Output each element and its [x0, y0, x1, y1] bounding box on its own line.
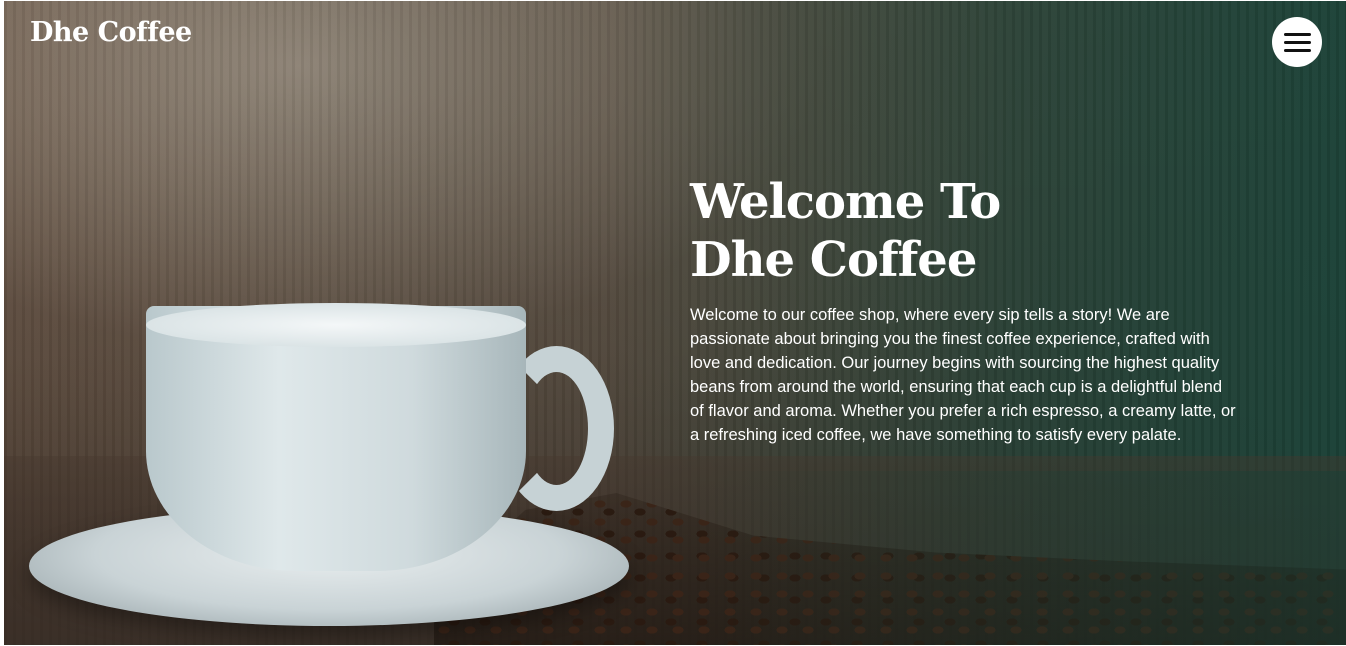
hero-title: Welcome To Dhe Coffee [690, 173, 1250, 289]
hero-title-line-1: Welcome To [690, 174, 1001, 230]
hero-title-line-2: Dhe Coffee [690, 232, 977, 288]
hero-description: Welcome to our coffee shop, where every … [690, 306, 1236, 444]
hero-content: Welcome To Dhe Coffee Welcome to our cof… [690, 173, 1250, 447]
brand-logo[interactable]: Dhe Coffee [30, 17, 192, 48]
cup-rim-image [146, 303, 526, 347]
beans-shade-overlay [704, 471, 1346, 645]
menu-bar-top [1284, 33, 1311, 36]
menu-bar-middle [1284, 41, 1311, 44]
menu-bar-bottom [1284, 49, 1311, 52]
hero-section: Dhe Coffee Welcome To Dhe Coffee Welcome… [4, 1, 1346, 645]
menu-button[interactable] [1272, 17, 1322, 67]
